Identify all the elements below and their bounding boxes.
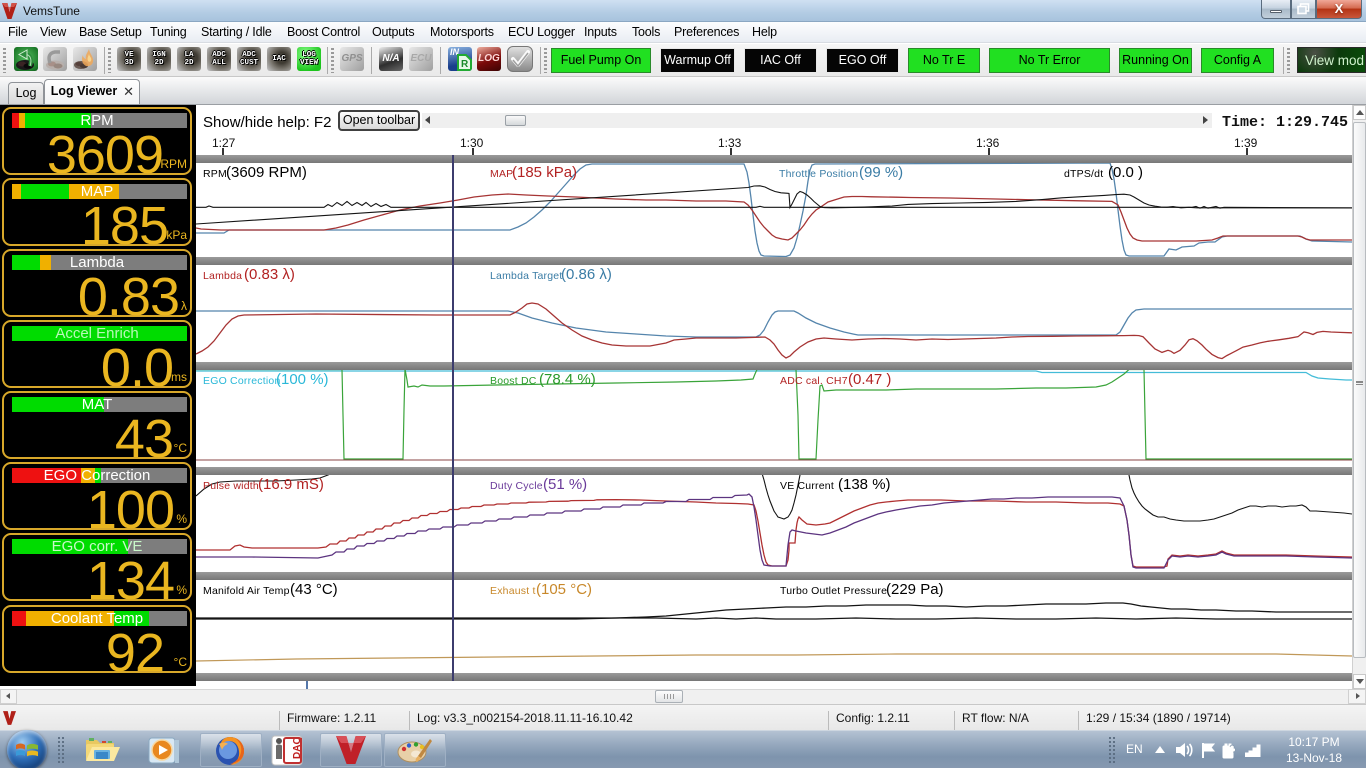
svg-text:R: R <box>461 59 469 70</box>
